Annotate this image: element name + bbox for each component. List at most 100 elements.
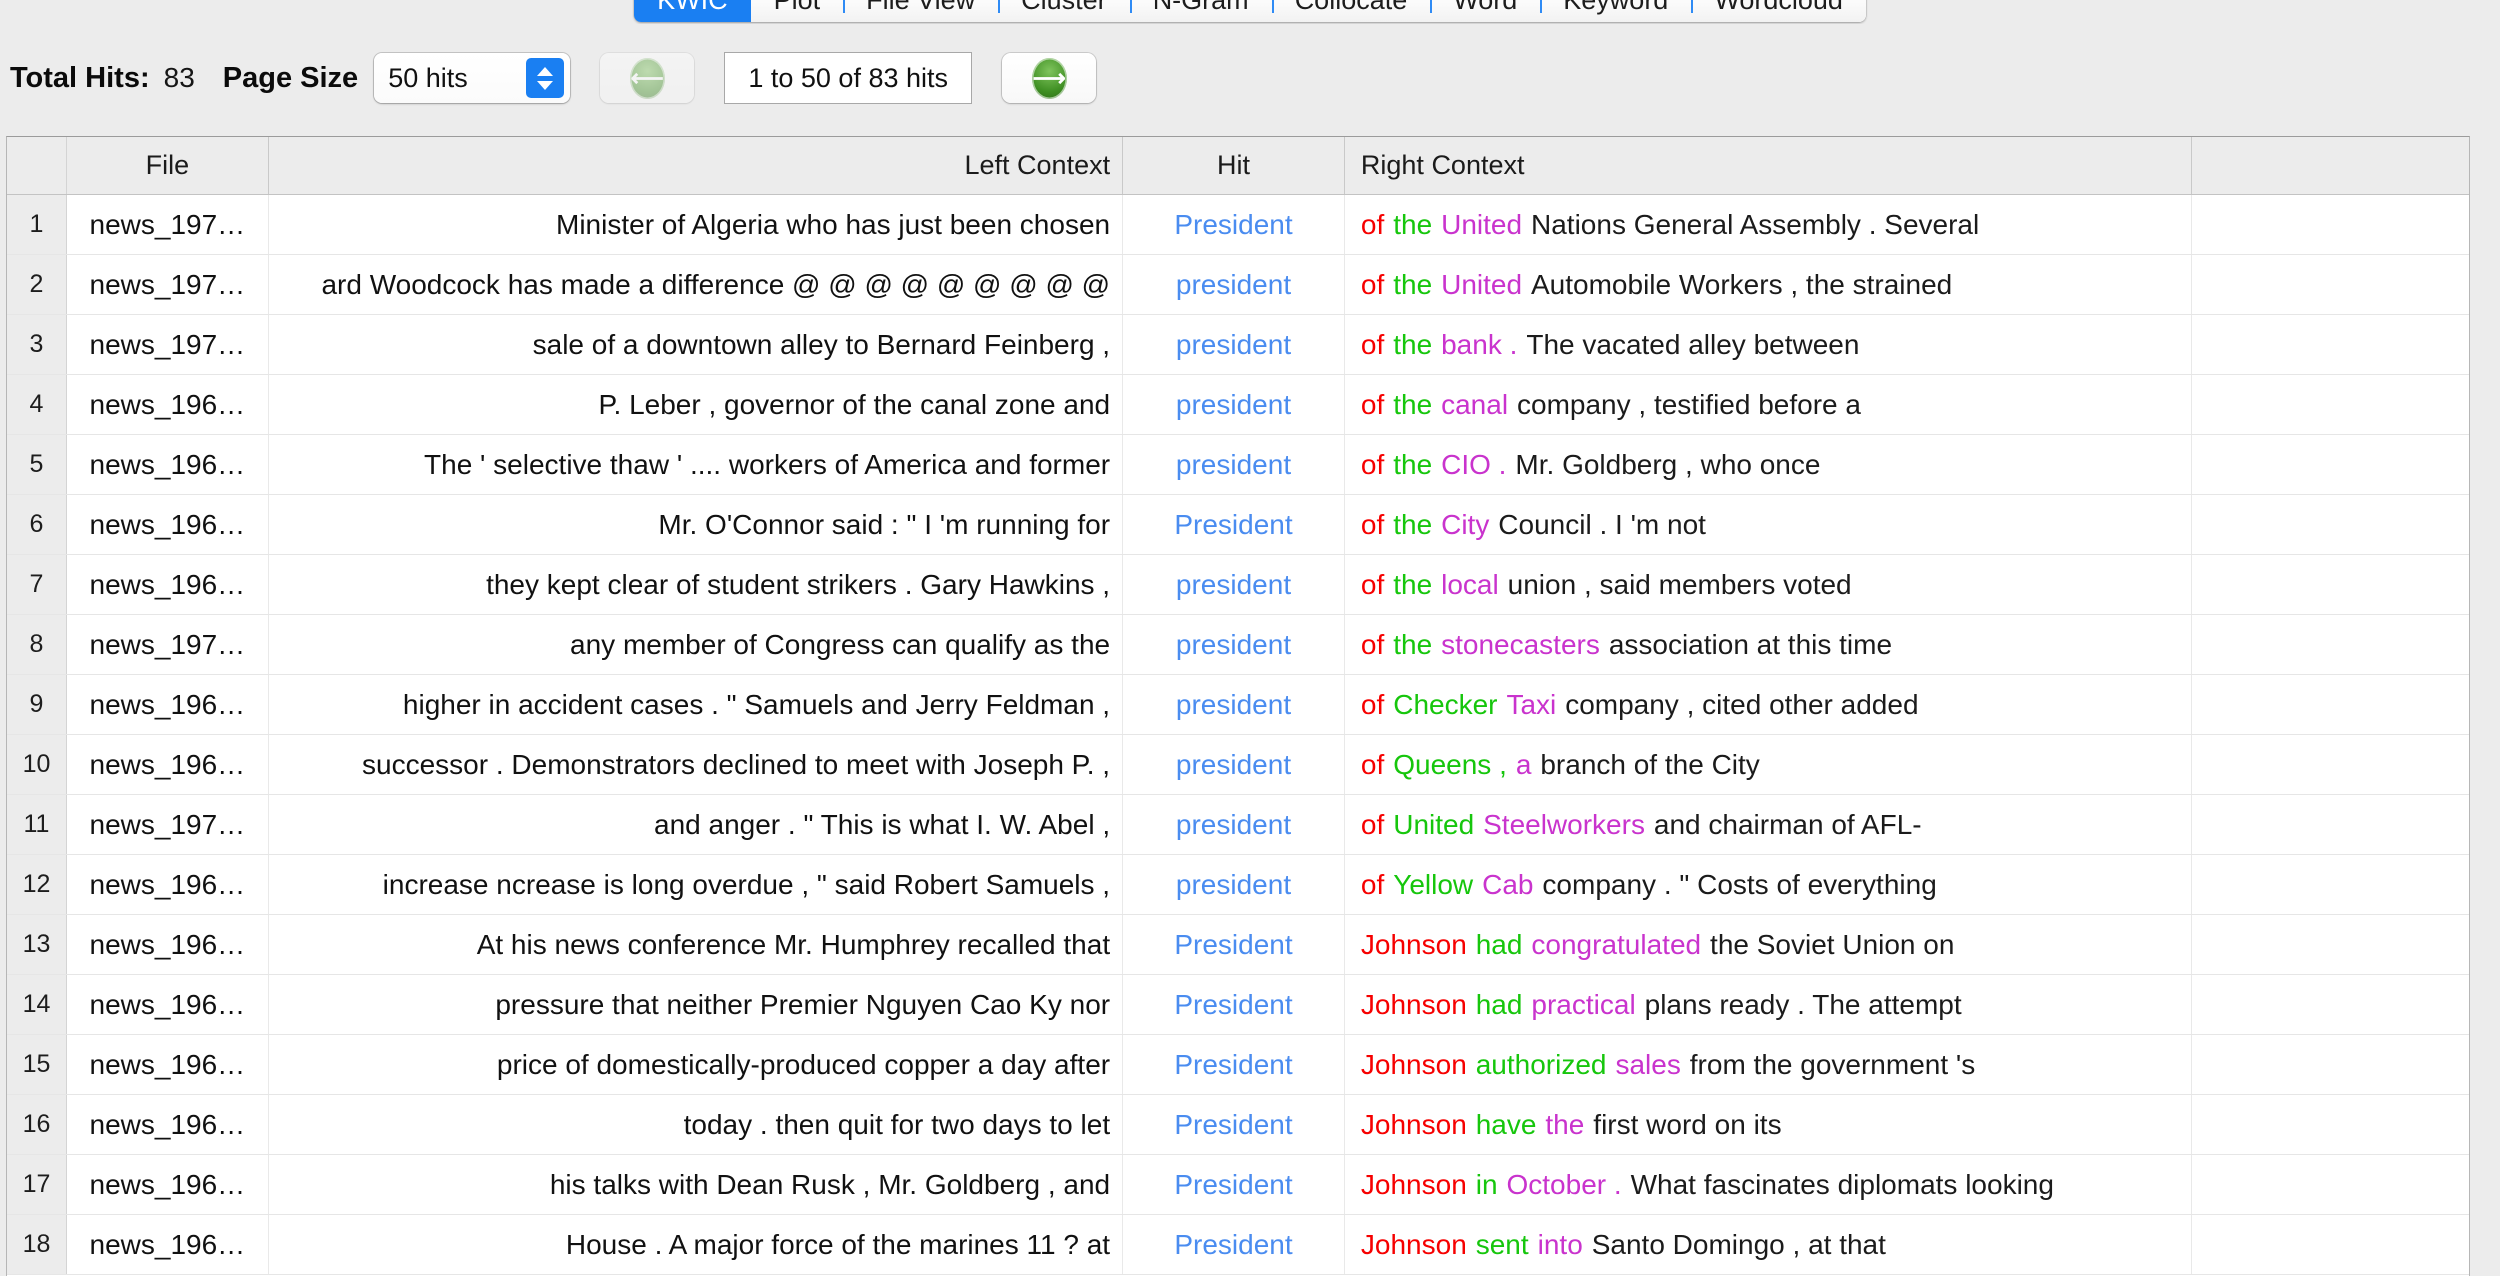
table-row[interactable]: 7 news_196… they kept clear of student str…	[7, 555, 2469, 615]
table-row[interactable]: 4 news_196… P. Leber , governor of the can…	[7, 375, 2469, 435]
right-context-token: a	[1515, 748, 1532, 780]
right-context-token: Johnson	[1360, 928, 1467, 960]
column-header-right-context[interactable]: Right Context	[1345, 137, 2193, 194]
tab-label: Keyword	[1563, 0, 1668, 16]
right-context-token: sent	[1475, 1228, 1529, 1260]
tab-wordcloud[interactable]: Wordcloud	[1691, 0, 1866, 22]
column-header-index[interactable]	[7, 137, 67, 194]
table-row[interactable]: 9 news_196… higher in accident cases . " S…	[7, 675, 2469, 735]
table-row[interactable]: 1 news_197… Minister of Algeria who has ju…	[7, 195, 2469, 255]
cell-left-context: pressure that neither Premier Nguyen Cao…	[269, 975, 1124, 1034]
right-context-token: Cab	[1482, 868, 1534, 900]
cell-right-context: Johnson had congratulated the Soviet Uni…	[1345, 915, 2193, 974]
cell-extra	[2192, 915, 2469, 974]
right-context-token: sales	[1615, 1048, 1681, 1080]
tab-plot[interactable]: Plot	[750, 0, 844, 22]
cell-file: news_197…	[67, 615, 269, 674]
table-row[interactable]: 5 news_196… The ' selective thaw ' .... wo…	[7, 435, 2469, 495]
results-toolbar: Total Hits: 83 Page Size 50 hits ⟵ 1 to …	[0, 24, 2500, 132]
right-context-token: City	[1441, 508, 1490, 540]
table-row[interactable]: 2 news_197… ard Woodcock has made a differ…	[7, 255, 2469, 315]
right-context-token: Queens ,	[1393, 748, 1507, 780]
cell-right-context: Johnson had practical plans ready . The …	[1345, 975, 2193, 1034]
right-context-token: Johnson	[1360, 1048, 1467, 1080]
right-context-token: of	[1360, 208, 1385, 240]
hit-term: president	[1175, 808, 1292, 840]
cell-hit: President	[1123, 495, 1345, 554]
table-row[interactable]: 10 news_196… successor . Demonstrators dec…	[7, 735, 2469, 795]
stepper-arrows-icon[interactable]	[526, 58, 565, 98]
page-range-field[interactable]: 1 to 50 of 83 hits	[724, 52, 973, 104]
tab-collocate[interactable]: Collocate	[1271, 0, 1431, 22]
row-index: 4	[7, 375, 67, 434]
cell-file: news_196…	[67, 1035, 269, 1094]
cell-left-context: they kept clear of student strikers . Ga…	[269, 555, 1124, 614]
cell-hit: president	[1123, 615, 1345, 674]
table-row[interactable]: 12 news_196… increase ncrease is long over…	[7, 855, 2469, 915]
cell-left-context: At his news conference Mr. Humphrey reca…	[269, 915, 1124, 974]
table-row[interactable]: 13 news_196… At his news conference Mr. Hu…	[7, 915, 2469, 975]
tab-word[interactable]: Word	[1430, 0, 1541, 22]
right-context-token: The vacated alley between	[1526, 328, 1860, 360]
table-row[interactable]: 16 news_196… today . then quit for two day…	[7, 1095, 2469, 1155]
column-header-file[interactable]: File	[67, 137, 269, 194]
right-context-token: of	[1360, 448, 1385, 480]
right-context-token: bank .	[1441, 328, 1518, 360]
column-header-extra[interactable]	[2192, 137, 2469, 194]
hit-term: President	[1174, 1048, 1293, 1080]
right-context-token: have	[1475, 1108, 1537, 1140]
next-page-button[interactable]: ⟶	[1002, 53, 1097, 103]
tab-n-gram[interactable]: N-Gram	[1129, 0, 1272, 22]
tab-file-view[interactable]: File View	[843, 0, 999, 22]
tab-kwic[interactable]: KWIC	[634, 0, 751, 22]
right-context-token: United	[1441, 268, 1523, 300]
page-size-select[interactable]: 50 hits	[374, 53, 571, 103]
right-context-token: had	[1475, 928, 1523, 960]
tab-cluster[interactable]: Cluster	[998, 0, 1130, 22]
table-row[interactable]: 3 news_197… sale of a downtown alley to Be…	[7, 315, 2469, 375]
right-context-token: plans ready . The attempt	[1644, 988, 1962, 1020]
table-row[interactable]: 6 news_196… Mr. O'Connor said : " I 'm run…	[7, 495, 2469, 555]
cell-right-context: of the local union , said members voted	[1345, 555, 2193, 614]
cell-left-context: today . then quit for two days to let	[269, 1095, 1124, 1154]
right-context-token: into	[1537, 1228, 1583, 1260]
right-context-token: Yellow	[1393, 868, 1474, 900]
table-row[interactable]: 8 news_197… any member of Congress can qua…	[7, 615, 2469, 675]
table-row[interactable]: 14 news_196… pressure that neither Premier…	[7, 975, 2469, 1035]
table-row[interactable]: 15 news_196… price of domestically-produce…	[7, 1035, 2469, 1095]
column-header-hit[interactable]: Hit	[1123, 137, 1345, 194]
row-index: 11	[7, 795, 67, 854]
cell-hit: President	[1123, 975, 1345, 1034]
cell-hit: President	[1123, 1215, 1345, 1274]
right-context-token: the	[1545, 1108, 1585, 1140]
cell-left-context: price of domestically-produced copper a …	[269, 1035, 1124, 1094]
cell-right-context: of the stonecasters association at this …	[1345, 615, 2193, 674]
right-context-token: of	[1360, 868, 1385, 900]
row-index: 12	[7, 855, 67, 914]
tab-label: Collocate	[1295, 0, 1408, 16]
table-row[interactable]: 17 news_196… his talks with Dean Rusk , Mr…	[7, 1155, 2469, 1215]
row-index: 9	[7, 675, 67, 734]
row-index: 10	[7, 735, 67, 794]
previous-page-button[interactable]: ⟵	[600, 53, 695, 103]
table-row[interactable]: 18 news_196… House . A major force of the …	[7, 1215, 2469, 1275]
tab-list: KWIC Plot File View Cluster N-Gram Collocate W…	[634, 0, 1866, 22]
cell-left-context: increase ncrease is long overdue , " sai…	[269, 855, 1124, 914]
right-context-token: local	[1441, 568, 1499, 600]
column-header-left-context[interactable]: Left Context	[269, 137, 1124, 194]
tab-keyword[interactable]: Keyword	[1540, 0, 1692, 22]
tab-label: KWIC	[657, 0, 728, 16]
right-context-token: and chairman of AFL-	[1653, 808, 1922, 840]
row-index: 18	[7, 1215, 67, 1274]
tab-label: N-Gram	[1153, 0, 1249, 16]
table-row[interactable]: 11 news_197… and anger . " This is what I.…	[7, 795, 2469, 855]
right-context-token: Johnson	[1360, 988, 1467, 1020]
